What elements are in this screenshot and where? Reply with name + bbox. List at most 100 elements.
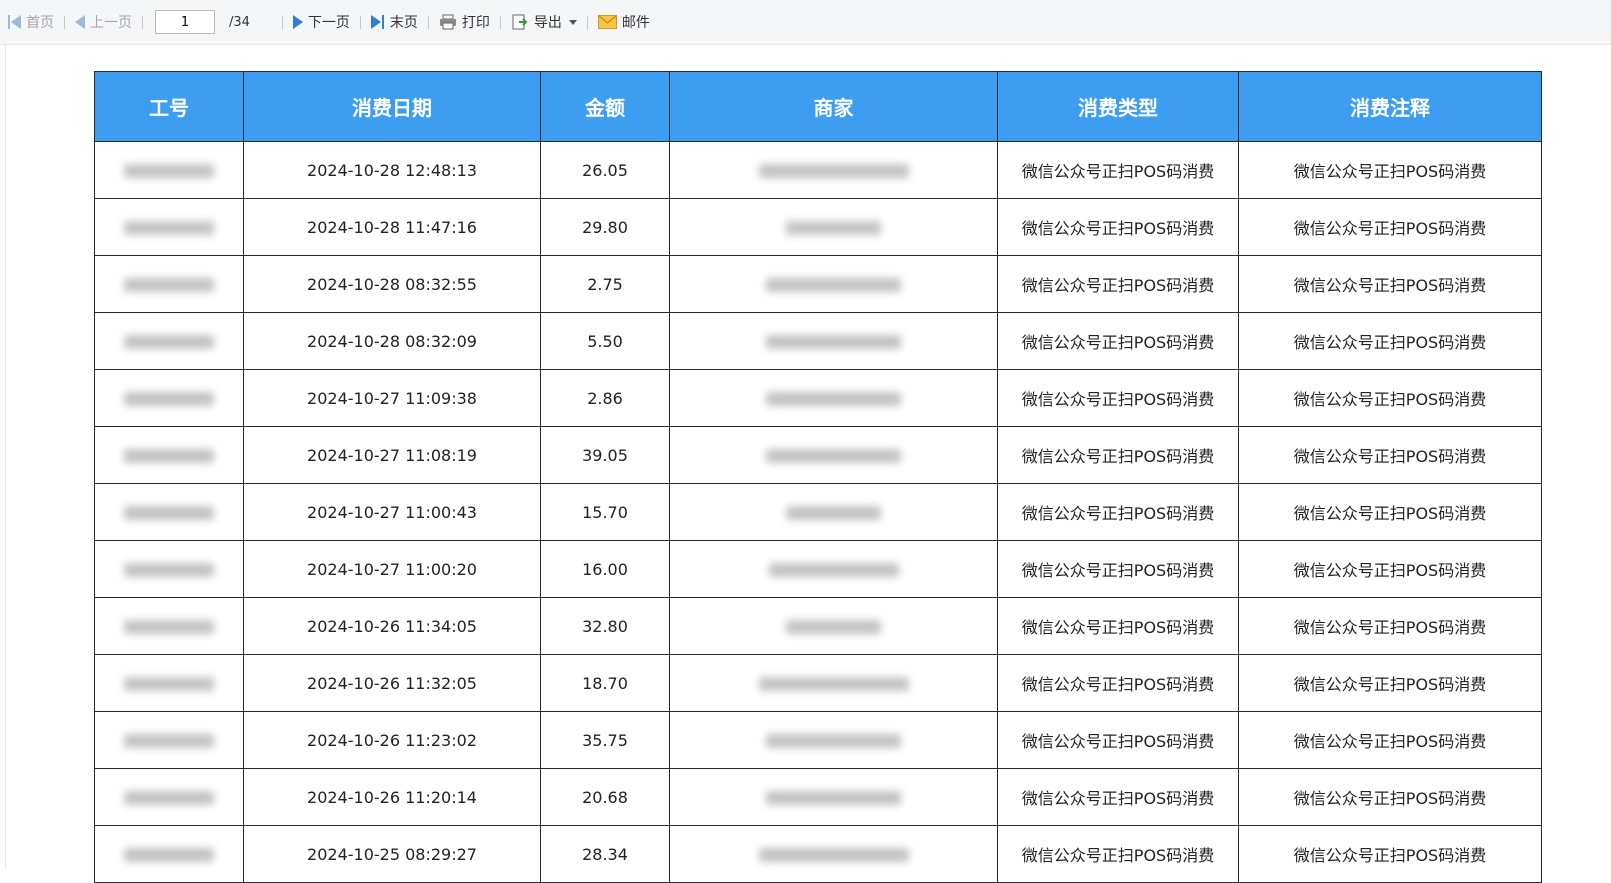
redacted-employee-id bbox=[124, 791, 214, 805]
employee-id-cell bbox=[94, 255, 244, 313]
table-row: 2024-10-27 11:00:43 15.70 微信公众号正扫POS码消费 微信公… bbox=[94, 483, 1542, 541]
table-row: 2024-10-26 11:32:05 18.70 微信公众号正扫POS码消费 微信公… bbox=[94, 654, 1542, 712]
merchant-cell bbox=[669, 597, 998, 655]
first-page-icon bbox=[8, 15, 21, 29]
column-header-merchant: 商家 bbox=[669, 71, 998, 142]
export-button[interactable]: 导出 bbox=[511, 12, 577, 32]
employee-id-cell bbox=[94, 825, 244, 883]
table-row: 2024-10-27 11:08:19 39.05 微信公众号正扫POS码消费 微信公… bbox=[94, 426, 1542, 484]
toolbar-separator bbox=[586, 15, 588, 29]
date-cell: 2024-10-28 11:47:16 bbox=[243, 198, 541, 256]
redacted-merchant bbox=[766, 392, 901, 406]
total-pages: /34 bbox=[229, 14, 250, 30]
page-number-input[interactable] bbox=[155, 10, 215, 34]
amount-cell: 15.70 bbox=[540, 483, 670, 541]
type-cell: 微信公众号正扫POS码消费 bbox=[997, 825, 1239, 883]
type-cell: 微信公众号正扫POS码消费 bbox=[997, 312, 1239, 370]
redacted-merchant bbox=[766, 791, 901, 805]
table-header-row: 工号 消费日期 金额 商家 消费类型 消费注释 bbox=[94, 71, 1542, 142]
table-row: 2024-10-26 11:34:05 32.80 微信公众号正扫POS码消费 微信公… bbox=[94, 597, 1542, 655]
redacted-merchant bbox=[786, 506, 881, 520]
merchant-cell bbox=[669, 768, 998, 826]
redacted-employee-id bbox=[124, 335, 214, 349]
redacted-merchant bbox=[758, 848, 909, 862]
note-cell: 微信公众号正扫POS码消费 bbox=[1238, 711, 1542, 769]
amount-cell: 29.80 bbox=[540, 198, 670, 256]
employee-id-cell bbox=[94, 198, 244, 256]
date-cell: 2024-10-27 11:00:43 bbox=[243, 483, 541, 541]
amount-cell: 5.50 bbox=[540, 312, 670, 370]
last-page-button[interactable]: 末页 bbox=[370, 12, 418, 32]
note-cell: 微信公众号正扫POS码消费 bbox=[1238, 483, 1542, 541]
redacted-merchant bbox=[786, 620, 881, 634]
employee-id-cell bbox=[94, 483, 244, 541]
note-cell: 微信公众号正扫POS码消费 bbox=[1238, 141, 1542, 199]
note-cell: 微信公众号正扫POS码消费 bbox=[1238, 198, 1542, 256]
prev-page-label: 上一页 bbox=[90, 15, 132, 31]
amount-cell: 18.70 bbox=[540, 654, 670, 712]
toolbar-separator bbox=[142, 15, 143, 29]
type-cell: 微信公众号正扫POS码消费 bbox=[997, 768, 1239, 826]
column-header-type: 消费类型 bbox=[997, 71, 1239, 142]
table-row: 2024-10-25 08:29:27 28.34 微信公众号正扫POS码消费 微信公… bbox=[94, 825, 1542, 883]
merchant-cell bbox=[669, 711, 998, 769]
table-row: 2024-10-28 08:32:09 5.50 微信公众号正扫POS码消费 微信公众… bbox=[94, 312, 1542, 370]
toolbar-separator bbox=[499, 15, 501, 29]
redacted-merchant bbox=[758, 164, 909, 178]
employee-id-cell bbox=[94, 597, 244, 655]
chevron-down-icon bbox=[568, 19, 577, 25]
redacted-merchant bbox=[766, 734, 901, 748]
date-cell: 2024-10-28 08:32:55 bbox=[243, 255, 541, 313]
first-page-button[interactable]: 首页 bbox=[8, 12, 54, 32]
employee-id-cell bbox=[94, 369, 244, 427]
redacted-merchant bbox=[786, 221, 881, 235]
consumption-table: 工号 消费日期 金额 商家 消费类型 消费注释 2024-10-28 12:48… bbox=[94, 71, 1542, 883]
amount-cell: 26.05 bbox=[540, 141, 670, 199]
type-cell: 微信公众号正扫POS码消费 bbox=[997, 255, 1239, 313]
amount-cell: 35.75 bbox=[540, 711, 670, 769]
table-body: 2024-10-28 12:48:13 26.05 微信公众号正扫POS码消费 微信公… bbox=[94, 141, 1542, 883]
print-button[interactable]: 打印 bbox=[439, 12, 490, 32]
merchant-cell bbox=[669, 426, 998, 484]
type-cell: 微信公众号正扫POS码消费 bbox=[997, 540, 1239, 598]
next-page-label: 下一页 bbox=[307, 15, 350, 31]
amount-cell: 32.80 bbox=[540, 597, 670, 655]
employee-id-cell bbox=[94, 654, 244, 712]
amount-cell: 16.00 bbox=[540, 540, 670, 598]
date-cell: 2024-10-26 11:20:14 bbox=[243, 768, 541, 826]
mail-button[interactable]: 邮件 bbox=[597, 12, 650, 32]
type-cell: 微信公众号正扫POS码消费 bbox=[997, 597, 1239, 655]
note-cell: 微信公众号正扫POS码消费 bbox=[1238, 597, 1542, 655]
type-cell: 微信公众号正扫POS码消费 bbox=[997, 483, 1239, 541]
table-row: 2024-10-28 11:47:16 29.80 微信公众号正扫POS码消费 微信公… bbox=[94, 198, 1542, 256]
merchant-cell bbox=[669, 483, 998, 541]
amount-cell: 2.75 bbox=[540, 255, 670, 313]
last-page-label: 末页 bbox=[389, 15, 418, 31]
table-row: 2024-10-26 11:20:14 20.68 微信公众号正扫POS码消费 微信公… bbox=[94, 768, 1542, 826]
merchant-cell bbox=[669, 141, 998, 199]
printer-icon bbox=[439, 14, 456, 30]
note-cell: 微信公众号正扫POS码消费 bbox=[1238, 540, 1542, 598]
note-cell: 微信公众号正扫POS码消费 bbox=[1238, 426, 1542, 484]
date-cell: 2024-10-27 11:00:20 bbox=[243, 540, 541, 598]
note-cell: 微信公众号正扫POS码消费 bbox=[1238, 312, 1542, 370]
redacted-merchant bbox=[766, 449, 901, 463]
report-toolbar: 首页 上一页 /34 下一页 末页 打印 导出 bbox=[0, 0, 1611, 45]
report-page: 工号 消费日期 金额 商家 消费类型 消费注释 2024-10-28 12:48… bbox=[5, 45, 1611, 883]
date-cell: 2024-10-28 12:48:13 bbox=[243, 141, 541, 199]
note-cell: 微信公众号正扫POS码消费 bbox=[1238, 768, 1542, 826]
redacted-employee-id bbox=[124, 620, 214, 634]
type-cell: 微信公众号正扫POS码消费 bbox=[997, 426, 1239, 484]
merchant-cell bbox=[669, 369, 998, 427]
amount-cell: 39.05 bbox=[540, 426, 670, 484]
next-page-button[interactable]: 下一页 bbox=[292, 12, 350, 32]
merchant-cell bbox=[669, 198, 998, 256]
date-cell: 2024-10-27 11:09:38 bbox=[243, 369, 541, 427]
redacted-employee-id bbox=[124, 278, 214, 292]
export-icon bbox=[512, 14, 528, 30]
employee-id-cell bbox=[94, 711, 244, 769]
employee-id-cell bbox=[94, 768, 244, 826]
employee-id-cell bbox=[94, 312, 244, 370]
redacted-employee-id bbox=[124, 164, 214, 178]
prev-page-button[interactable]: 上一页 bbox=[75, 12, 132, 32]
